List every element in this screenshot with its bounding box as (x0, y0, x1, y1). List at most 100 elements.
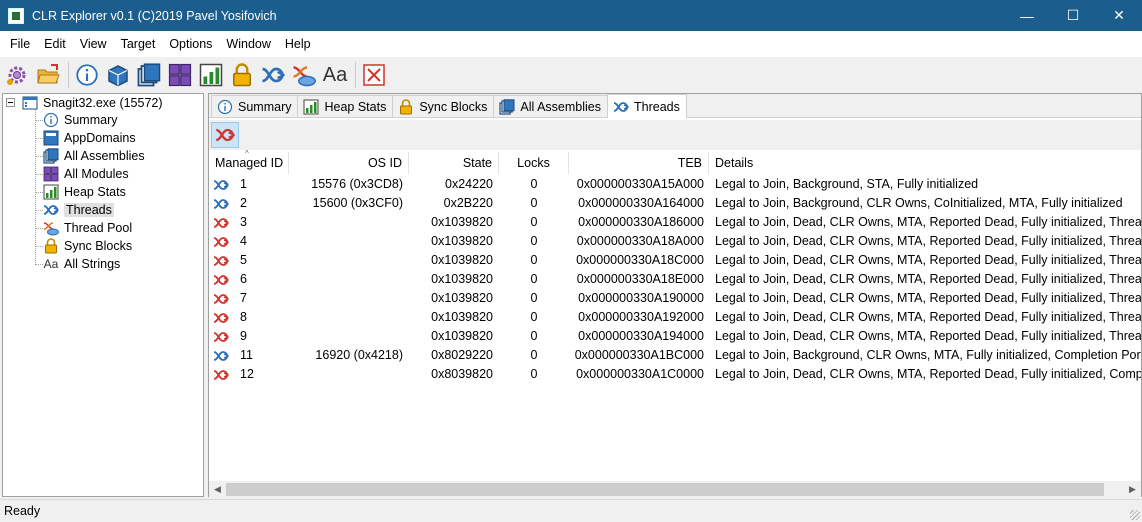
threads-button[interactable] (260, 62, 286, 88)
column-header-details[interactable]: Details (709, 152, 1141, 174)
tree-guide-line (35, 138, 43, 139)
tree-guide-line (35, 192, 43, 193)
tree-item-summary[interactable]: Summary (43, 111, 117, 129)
resize-grip-icon[interactable] (1130, 510, 1140, 520)
menu-target[interactable]: Target (114, 31, 163, 57)
column-label: Managed ID (215, 156, 284, 170)
column-header-teb[interactable]: TEB (569, 152, 709, 174)
sort-ascending-icon: ^ (245, 149, 249, 158)
dead-thread-icon (213, 272, 229, 288)
thread-pool-button[interactable] (291, 62, 317, 88)
tree-root-process[interactable]: Snagit32.exe (15572) (22, 94, 163, 112)
column-label: Locks (517, 156, 550, 170)
table-row[interactable]: 9 0x1039820 0 0x000000330A194000 Legal to Jo… (209, 327, 1141, 346)
table-row[interactable]: 1 15576 (0x3CD8) 0x24220 0 0x000000330A15A00… (209, 175, 1141, 194)
menu-window[interactable]: Window (219, 31, 277, 57)
tree-item-thread-pool[interactable]: Thread Pool (43, 219, 132, 237)
tab-sync-blocks[interactable]: Sync Blocks (392, 95, 495, 117)
dead-thread-icon (213, 215, 229, 231)
show-dead-threads-toggle[interactable] (211, 122, 239, 148)
thread-icon (213, 348, 229, 364)
table-row[interactable]: 12 0x8039820 0 0x000000330A1C0000 Legal to J… (209, 365, 1141, 384)
menu-bar: File Edit View Target Options Window Hel… (0, 31, 1142, 57)
cell-teb: 0x000000330A1C0000 (576, 367, 704, 381)
attach-process-button[interactable] (4, 62, 30, 88)
cell-locks: 0 (530, 272, 538, 286)
column-header-os-id[interactable]: OS ID (289, 152, 409, 174)
cell-state: 0x1039820 (431, 329, 493, 343)
cell-managed-id: 7 (240, 291, 247, 305)
tree-item-threads[interactable]: Threads (43, 201, 114, 219)
column-header-state[interactable]: State (409, 152, 499, 174)
menu-help[interactable]: Help (278, 31, 318, 57)
cell-os-id (289, 251, 403, 270)
appdomains-button[interactable] (167, 62, 193, 88)
cell-state: 0x1039820 (431, 234, 493, 248)
table-row[interactable]: 11 16920 (0x4218) 0x8029220 0 0x000000330A1B… (209, 346, 1141, 365)
assembly-icon (108, 65, 128, 87)
heap-stats-button[interactable] (198, 62, 224, 88)
menu-view[interactable]: View (73, 31, 114, 57)
tree-collapse-toggle[interactable] (6, 98, 15, 107)
cell-state: 0x2B220 (443, 196, 493, 210)
scroll-right-icon[interactable]: ▶ (1124, 481, 1141, 498)
menu-edit[interactable]: Edit (37, 31, 73, 57)
table-row[interactable]: 4 0x1039820 0 0x000000330A18A000 Legal to Jo… (209, 232, 1141, 251)
minimize-button[interactable]: — (1004, 0, 1050, 31)
cell-locks: 0 (530, 367, 538, 381)
tab-heap-stats[interactable]: Heap Stats (297, 95, 394, 117)
all-strings-button[interactable]: Aa (322, 62, 348, 88)
tab-label: Summary (238, 99, 292, 114)
threads-icon (613, 99, 629, 115)
scroll-left-icon[interactable]: ◀ (209, 481, 226, 498)
maximize-button[interactable]: ☐ (1050, 0, 1096, 31)
lock-icon (43, 238, 59, 254)
table-row[interactable]: 3 0x1039820 0 0x000000330A186000 Legal to Jo… (209, 213, 1141, 232)
tab-summary[interactable]: Summary (211, 95, 299, 117)
cell-details: Legal to Join, Dead, CLR Owns, MTA, Repo… (715, 291, 1141, 305)
column-label: State (462, 156, 492, 170)
column-header-locks[interactable]: Locks (499, 152, 569, 174)
cell-details: Legal to Join, Dead, CLR Owns, MTA, Repo… (715, 215, 1141, 229)
close-target-button[interactable] (361, 62, 387, 88)
tab-threads[interactable]: Threads (607, 94, 687, 118)
tree-item-all-strings[interactable]: Aa All Strings (43, 255, 121, 273)
close-window-button[interactable]: ✕ (1096, 0, 1142, 31)
table-row[interactable]: 2 15600 (0x3CF0) 0x2B220 0 0x000000330A16400… (209, 194, 1141, 213)
cell-os-id: 15576 (0x3CD8) (311, 177, 403, 191)
cell-teb: 0x000000330A1BC000 (574, 348, 704, 362)
modules-button[interactable] (136, 62, 162, 88)
tree-guide-line (35, 156, 43, 157)
summary-button[interactable] (74, 62, 100, 88)
cell-state: 0x8039820 (431, 367, 493, 381)
cell-managed-id: 11 (240, 348, 253, 362)
window-title: CLR Explorer v0.1 (C)2019 Pavel Yosifovi… (32, 8, 277, 23)
horizontal-scrollbar[interactable]: ◀ ▶ (209, 481, 1141, 498)
table-row[interactable]: 5 0x1039820 0 0x000000330A18C000 Legal to Jo… (209, 251, 1141, 270)
menu-options[interactable]: Options (162, 31, 219, 57)
table-row[interactable]: 6 0x1039820 0 0x000000330A18E000 Legal to Jo… (209, 270, 1141, 289)
assemblies-button[interactable] (105, 62, 131, 88)
cell-managed-id: 12 (240, 367, 254, 381)
tab-all-assemblies[interactable]: All Assemblies (493, 95, 609, 117)
table-row[interactable]: 8 0x1039820 0 0x000000330A192000 Legal to Jo… (209, 308, 1141, 327)
sync-blocks-button[interactable] (229, 62, 255, 88)
tree-item-sync-blocks[interactable]: Sync Blocks (43, 237, 132, 255)
tree-item-heap-stats[interactable]: Heap Stats (43, 183, 126, 201)
cell-state: 0x24220 (445, 177, 493, 191)
dead-thread-icon (213, 310, 229, 326)
tree-item-all-assemblies[interactable]: All Assemblies (43, 147, 145, 165)
tree-item-all-modules[interactable]: All Modules (43, 165, 129, 183)
tree-guide-line (35, 264, 43, 265)
appdomains-icon (168, 63, 192, 87)
column-header-managed-id[interactable]: ^ Managed ID (209, 149, 289, 174)
font-icon: Aa (322, 63, 348, 86)
cell-locks: 0 (530, 177, 538, 191)
scrollbar-thumb[interactable] (226, 483, 1104, 496)
table-row[interactable]: 7 0x1039820 0 0x000000330A190000 Legal to Jo… (209, 289, 1141, 308)
menu-file[interactable]: File (0, 31, 37, 57)
gear-attach-icon (7, 66, 26, 85)
tab-label: Heap Stats (324, 99, 387, 114)
tree-item-appdomains[interactable]: AppDomains (43, 129, 136, 147)
open-dump-button[interactable] (35, 62, 61, 88)
